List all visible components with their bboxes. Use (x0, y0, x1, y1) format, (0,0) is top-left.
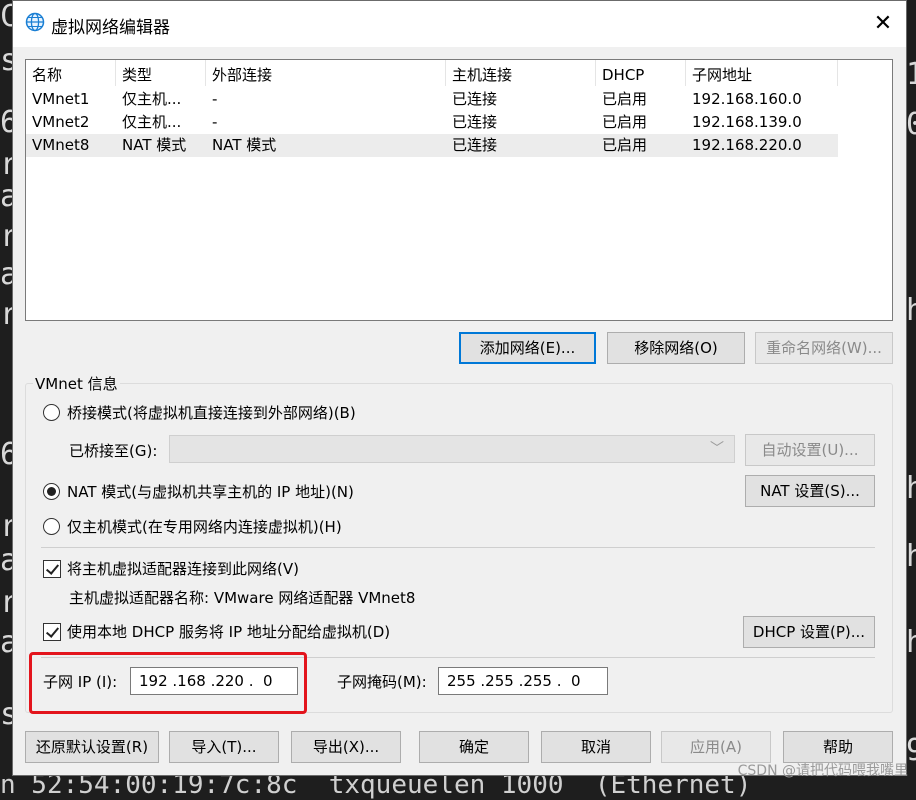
dhcp-settings-button[interactable]: DHCP 设置(P)... (743, 616, 875, 648)
cell-dhcp: 已启用 (602, 136, 648, 154)
chevron-down-icon: ﹀ (710, 441, 724, 457)
globe-icon (25, 12, 45, 32)
dialog-title: 虚拟网络编辑器 (51, 18, 170, 38)
terminal-char: h (906, 539, 916, 574)
title-bar[interactable]: 虚拟网络编辑器 ✕ (13, 1, 906, 47)
cell-external: - (212, 90, 218, 108)
nat-label[interactable]: NAT 模式(与虚拟机共享主机的 IP 地址)(N) (67, 481, 354, 502)
cell-name: VMnet8 (32, 136, 90, 154)
cell-dhcp: 已启用 (602, 113, 648, 131)
list-header: 名称 类型 外部连接 主机连接 DHCP 子网地址 (26, 60, 892, 86)
cell-subnet: 192.168.139.0 (692, 113, 802, 131)
cell-type: 仅主机... (122, 113, 182, 131)
vmnet-info-label: VMnet 信息 (33, 373, 120, 394)
terminal-char: h (906, 471, 916, 506)
connect-adapter-label[interactable]: 将主机虚拟适配器连接到此网络(V) (67, 558, 299, 579)
close-icon[interactable]: ✕ (866, 7, 900, 41)
cell-name: VMnet1 (32, 90, 90, 108)
column-header-external[interactable]: 外部连接 (206, 60, 446, 86)
divider (41, 547, 875, 548)
remove-network-button[interactable]: 移除网络(O) (607, 332, 745, 364)
table-row-selected[interactable]: VMnet8 NAT 模式 NAT 模式 已连接 已启用 192.168.220… (26, 134, 838, 157)
table-row[interactable]: VMnet1 仅主机... - 已连接 已启用 192.168.160.0 (26, 88, 838, 111)
cell-host: 已连接 (452, 136, 498, 154)
terminal-char: h (906, 293, 916, 328)
cell-external: NAT 模式 (212, 136, 277, 154)
column-header-type[interactable]: 类型 (116, 60, 206, 86)
column-header-dhcp[interactable]: DHCP (596, 60, 686, 86)
help-button[interactable]: 帮助 (783, 731, 893, 763)
column-header-name[interactable]: 名称 (26, 60, 116, 86)
column-header-subnet[interactable]: 子网地址 (686, 60, 838, 86)
add-network-button[interactable]: 添加网络(E)... (459, 332, 596, 364)
restore-defaults-button[interactable]: 还原默认设置(R) (25, 731, 159, 763)
adapter-name-text: 主机虚拟适配器名称: VMware 网络适配器 VMnet8 (69, 589, 416, 607)
cell-external: - (212, 113, 218, 131)
bridged-to-select[interactable]: ﹀ (169, 435, 735, 463)
virtual-network-editor-dialog: 虚拟网络编辑器 ✕ 名称 类型 外部连接 主机连接 DHCP 子网地址 VMne… (12, 0, 907, 776)
subnet-mask-label: 子网掩码(M): (337, 673, 427, 691)
bridged-radio[interactable] (43, 404, 60, 421)
terminal-char: 1 (906, 57, 916, 92)
use-dhcp-checkbox[interactable] (43, 623, 61, 641)
network-list[interactable]: 名称 类型 外部连接 主机连接 DHCP 子网地址 VMnet1 仅主机... … (25, 59, 893, 321)
export-button[interactable]: 导出(X)... (291, 731, 401, 763)
column-header-host[interactable]: 主机连接 (446, 60, 596, 86)
cell-host: 已连接 (452, 113, 498, 131)
host-only-radio[interactable] (43, 518, 60, 535)
table-row[interactable]: VMnet2 仅主机... - 已连接 已启用 192.168.139.0 (26, 111, 838, 134)
rename-network-button[interactable]: 重命名网络(W)... (755, 332, 893, 364)
connect-adapter-checkbox[interactable] (43, 560, 61, 578)
subnet-mask-input[interactable]: 255 .255 .255 . 0 (438, 667, 608, 695)
cell-subnet: 192.168.160.0 (692, 90, 802, 108)
cell-type: NAT 模式 (122, 136, 187, 154)
apply-button[interactable]: 应用(A) (661, 731, 771, 763)
host-only-label[interactable]: 仅主机模式(在专用网络内连接虚拟机)(H) (67, 516, 342, 537)
watermark-text: CSDN @请把代码喂我嘴里 (737, 763, 908, 779)
use-dhcp-label[interactable]: 使用本地 DHCP 服务将 IP 地址分配给虚拟机(D) (67, 621, 390, 642)
bridged-to-label: 已桥接至(G): (69, 442, 158, 460)
bridged-label[interactable]: 桥接模式(将虚拟机直接连接到外部网络)(B) (67, 402, 356, 423)
cell-dhcp: 已启用 (602, 90, 648, 108)
cell-name: VMnet2 (32, 113, 90, 131)
cancel-button[interactable]: 取消 (541, 731, 651, 763)
highlight-annotation (29, 652, 307, 714)
nat-settings-button[interactable]: NAT 设置(S)... (745, 475, 875, 507)
nat-radio[interactable] (43, 483, 60, 500)
cell-type: 仅主机... (122, 90, 182, 108)
cell-subnet: 192.168.220.0 (692, 136, 802, 154)
auto-settings-button[interactable]: 自动设置(U)... (745, 434, 875, 466)
terminal-char: h (906, 625, 916, 660)
terminal-char: 0 (906, 107, 916, 142)
cell-host: 已连接 (452, 90, 498, 108)
import-button[interactable]: 导入(T)... (169, 731, 279, 763)
ok-button[interactable]: 确定 (419, 731, 529, 763)
